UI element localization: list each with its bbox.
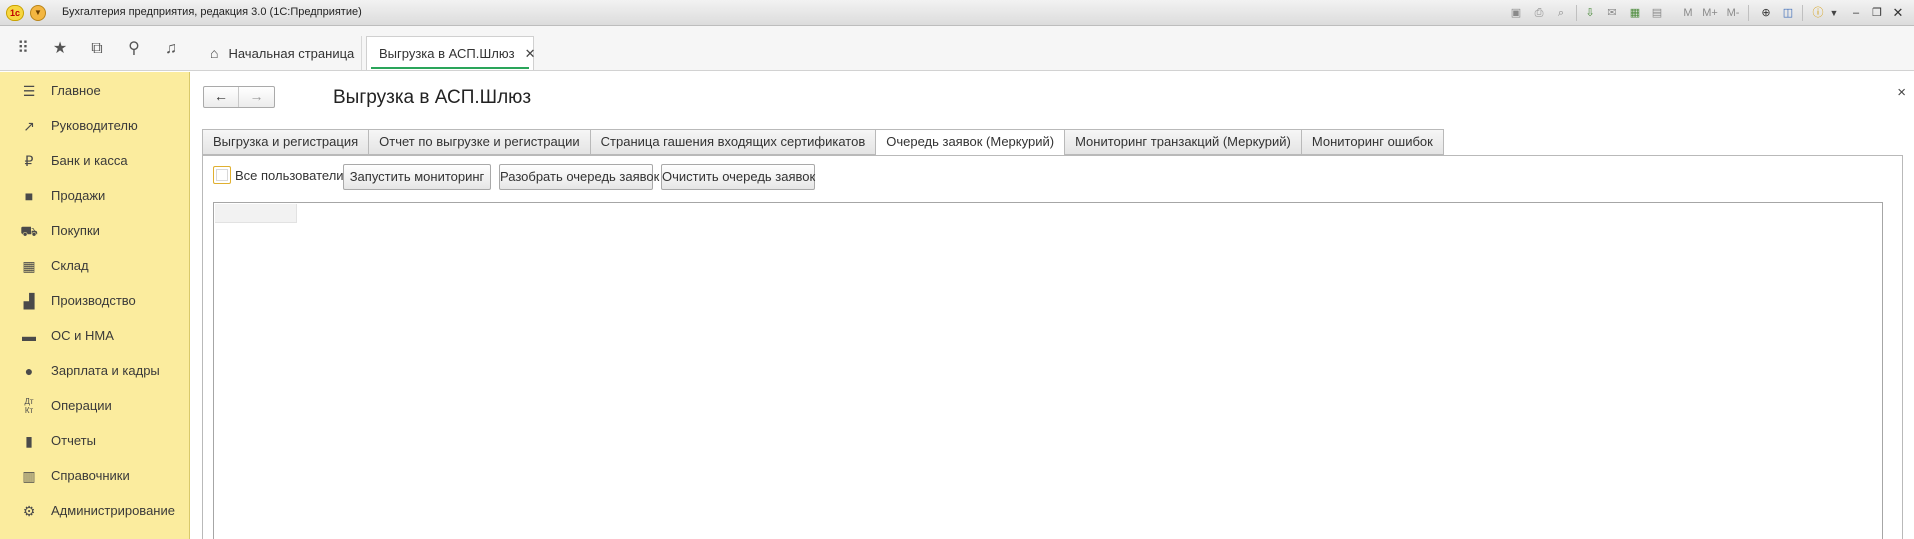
factory-icon: ▟ xyxy=(23,292,35,309)
main-menu-button[interactable]: ▼ xyxy=(30,5,46,21)
toolbar-separator xyxy=(1748,5,1749,21)
app-logo-icon: 1c xyxy=(6,5,24,21)
warehouse-icon: ▦ xyxy=(22,257,36,274)
back-arrow-icon[interactable]: ← xyxy=(204,87,240,107)
ruble-icon: ₽ xyxy=(24,152,34,169)
all-users-checkbox-group[interactable]: Все пользователи xyxy=(213,164,344,186)
sidebar-item-label: Банк и касса xyxy=(51,153,128,168)
toolbar-separator xyxy=(1802,5,1803,21)
tab-asp-gateway[interactable]: Выгрузка в АСП.Шлюз ✕ xyxy=(366,36,536,70)
home-icon: ⌂ xyxy=(210,45,219,61)
sidebar: ☰ Главное ↗ Руководителю ₽ Банк и касса … xyxy=(0,72,190,539)
preview-icon[interactable]: ⌕ xyxy=(1553,5,1569,21)
tab-panel-request-queue: Все пользователи Запустить мониторинг Ра… xyxy=(202,155,1903,539)
sidebar-item-warehouse[interactable]: ▦ Склад xyxy=(0,248,190,283)
sidebar-item-label: Руководителю xyxy=(51,118,138,133)
memory-m-button[interactable]: M xyxy=(1680,5,1696,21)
sidebar-item-main[interactable]: ☰ Главное xyxy=(0,73,190,108)
print-icon[interactable]: ⎙ xyxy=(1531,5,1547,21)
queue-table[interactable] xyxy=(213,202,1883,539)
sidebar-item-production[interactable]: ▟ Производство xyxy=(0,283,190,318)
shopping-bag-icon: ■ xyxy=(24,187,34,204)
start-monitoring-button[interactable]: Запустить мониторинг xyxy=(343,164,491,190)
gear-icon: ⚙ xyxy=(22,502,36,519)
close-icon[interactable]: ✕ xyxy=(525,46,536,62)
sidebar-item-administration[interactable]: ⚙ Администрирование xyxy=(0,493,190,528)
mail-icon[interactable]: ✉ xyxy=(1604,5,1620,21)
debit-credit-icon: Дт Кт xyxy=(24,396,34,415)
favorites-star-icon[interactable]: ★ xyxy=(50,39,70,59)
sidebar-item-catalogs[interactable]: ▥ Справочники xyxy=(0,458,190,493)
sidebar-item-label: Продажи xyxy=(51,188,106,203)
tab-home-label: Начальная страница xyxy=(228,45,355,61)
clear-queue-button[interactable]: Очистить очередь заявок xyxy=(661,164,815,190)
sidebar-item-sales[interactable]: ■ Продажи xyxy=(0,178,190,213)
all-users-checkbox[interactable] xyxy=(213,166,231,184)
sidebar-item-operations[interactable]: Дт Кт Операции xyxy=(0,388,190,423)
download-icon[interactable]: ⇩ xyxy=(1582,5,1598,21)
books-icon: ▥ xyxy=(22,467,36,484)
window-title: Бухгалтерия предприятия, редакция 3.0 (1… xyxy=(62,6,362,18)
sidebar-item-label: Администрирование xyxy=(51,503,175,518)
sidebar-item-manager[interactable]: ↗ Руководителю xyxy=(0,108,190,143)
bar-chart-icon: ▮ xyxy=(25,432,33,449)
form-close-icon[interactable]: × xyxy=(1897,84,1906,101)
sidebar-item-label: Склад xyxy=(51,258,89,273)
sidebar-item-label: Главное xyxy=(51,83,101,98)
tab-transaction-monitoring[interactable]: Мониторинг транзакций (Меркурий) xyxy=(1064,129,1301,155)
tab-export-registration[interactable]: Выгрузка и регистрация xyxy=(202,129,369,155)
navigation-bar: ⠿ ★ ⧉ ⚲ ♫ ⌂ Начальная страница Выгрузка … xyxy=(0,26,1914,71)
sidebar-item-label: Производство xyxy=(51,293,136,308)
info-icon[interactable]: ⓘ xyxy=(1810,5,1826,21)
table-header-cell xyxy=(215,204,297,223)
forward-arrow-icon[interactable]: → xyxy=(239,87,274,107)
notifications-bell-icon[interactable]: ♫ xyxy=(161,39,181,59)
form-tabs: Выгрузка и регистрация Отчет по выгрузке… xyxy=(202,129,1444,156)
tab-home[interactable]: ⌂ Начальная страница xyxy=(198,36,362,70)
window-close-icon[interactable]: ✕ xyxy=(1890,5,1906,21)
cart-icon: ⛟ xyxy=(20,222,38,239)
sidebar-item-bank[interactable]: ₽ Банк и касса xyxy=(0,143,190,178)
tab-error-monitoring[interactable]: Мониторинг ошибок xyxy=(1300,129,1444,155)
sidebar-item-label: Операции xyxy=(51,398,112,413)
info-dropdown-icon[interactable]: ▼ xyxy=(1826,5,1842,21)
menu-lines-icon: ☰ xyxy=(22,82,36,99)
toolbar-separator xyxy=(1576,5,1577,21)
truck-icon: ▬ xyxy=(22,327,36,344)
apps-grid-icon[interactable]: ⠿ xyxy=(13,39,33,59)
spreadsheet-icon[interactable]: ▦ xyxy=(1627,5,1643,21)
window-titlebar: 1c ▼ Бухгалтерия предприятия, редакция 3… xyxy=(0,0,1914,26)
tab-request-queue[interactable]: Очередь заявок (Меркурий) xyxy=(875,129,1065,156)
restore-icon[interactable]: ❐ xyxy=(1869,5,1885,21)
sidebar-item-label: Покупки xyxy=(51,223,100,238)
tab-asp-gateway-label: Выгрузка в АСП.Шлюз xyxy=(379,46,515,61)
person-icon: ● xyxy=(24,362,34,379)
sidebar-item-salary[interactable]: ● Зарплата и кадры xyxy=(0,353,190,388)
form-area: ← → Выгрузка в АСП.Шлюз × Выгрузка и рег… xyxy=(191,72,1914,539)
sidebar-item-purchases[interactable]: ⛟ Покупки xyxy=(0,213,190,248)
sidebar-item-label: Зарплата и кадры xyxy=(51,363,160,378)
tab-export-report[interactable]: Отчет по выгрузке и регистрации xyxy=(368,129,590,155)
panels-icon[interactable]: ◫ xyxy=(1780,5,1796,21)
memory-minus-button[interactable]: M- xyxy=(1725,5,1741,21)
minimize-icon[interactable]: – xyxy=(1848,5,1864,21)
sidebar-item-label: Справочники xyxy=(51,468,130,483)
sidebar-item-fixed-assets[interactable]: ▬ ОС и НМА xyxy=(0,318,190,353)
history-icon[interactable]: ⧉ xyxy=(87,39,107,59)
save-icon[interactable]: ▣ xyxy=(1508,5,1524,21)
all-users-label: Все пользователи xyxy=(235,167,344,183)
tab-certificate-redemption[interactable]: Страница гашения входящих сертификатов xyxy=(589,129,876,155)
trend-icon: ↗ xyxy=(23,117,35,134)
sidebar-item-label: ОС и НМА xyxy=(51,328,114,343)
page-title: Выгрузка в АСП.Шлюз xyxy=(333,87,532,108)
zoom-icon[interactable]: ⊕ xyxy=(1758,5,1774,21)
sidebar-item-label: Отчеты xyxy=(51,433,96,448)
history-nav-group: ← → xyxy=(203,86,275,108)
parse-queue-button[interactable]: Разобрать очередь заявок xyxy=(499,164,659,190)
calendar-icon[interactable]: ▤ xyxy=(1649,5,1665,21)
sidebar-item-reports[interactable]: ▮ Отчеты xyxy=(0,423,190,458)
search-icon[interactable]: ⚲ xyxy=(124,39,144,59)
memory-plus-button[interactable]: M+ xyxy=(1702,5,1718,21)
